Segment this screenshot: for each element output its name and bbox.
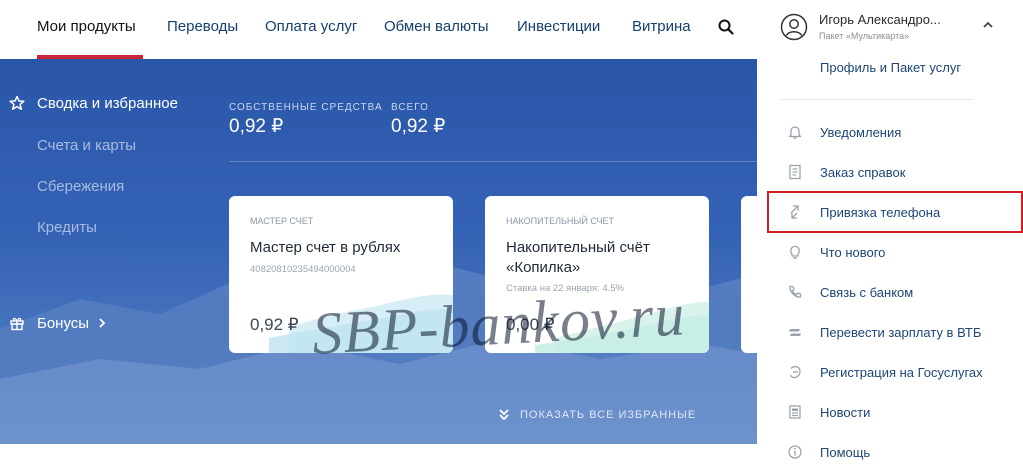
sidebar-item-savings[interactable]: Сбережения (37, 178, 124, 195)
menu-item-notifications[interactable]: Уведомления (820, 125, 901, 140)
double-chevron-down-icon[interactable] (497, 407, 511, 423)
search-icon[interactable] (717, 18, 735, 36)
card-account-number: 40820810235494000004 (250, 264, 356, 275)
show-all-favorites-link[interactable]: Показать все избранные (520, 409, 696, 421)
gift-icon (10, 317, 24, 331)
chevron-right-icon (99, 318, 106, 328)
document-icon (789, 164, 801, 180)
card-title: Мастер счет в рублях (250, 239, 401, 256)
profile-and-package-link[interactable]: Профиль и Пакет услуг (820, 60, 961, 75)
panel-divider (780, 99, 973, 100)
bell-icon (788, 126, 802, 139)
avatar-icon[interactable] (780, 13, 808, 41)
next-card-partial[interactable] (741, 196, 757, 353)
star-icon (9, 95, 25, 110)
total-label: Всего (391, 102, 429, 113)
news-icon (789, 405, 801, 419)
user-package: Пакет «Мультикарта» (819, 31, 910, 41)
nav-tab-investments[interactable]: Инвестиции (517, 18, 600, 35)
menu-item-news[interactable]: Новости (820, 405, 870, 420)
sidebar-item-accounts[interactable]: Счета и карты (37, 137, 136, 154)
own-funds-value: 0,92 ₽ (229, 116, 284, 137)
chevron-up-icon[interactable] (982, 20, 994, 30)
help-icon (788, 445, 802, 459)
sidebar-item-favorites[interactable]: Сводка и избранное (37, 95, 178, 112)
card-kind: Накопительный счет (506, 216, 615, 226)
nav-tab-showcase[interactable]: Витрина (632, 18, 691, 35)
menu-item-gosuslugi[interactable]: Регистрация на Госуслугах (820, 365, 983, 380)
top-navigation: Мои продукты Переводы Оплата услуг Обмен… (0, 0, 757, 59)
menu-item-help[interactable]: Помощь (820, 445, 870, 460)
nav-tab-currency-exchange[interactable]: Обмен валюты (384, 18, 489, 35)
lightbulb-icon (790, 245, 800, 259)
sidebar-item-bonuses[interactable]: Бонусы (37, 315, 107, 332)
transfer-icon (789, 329, 801, 336)
phone-icon (789, 285, 802, 298)
highlight-box (767, 191, 1023, 233)
nav-tab-my-products[interactable]: Мои продукты (37, 18, 136, 35)
own-funds-label: Собственные средства (229, 102, 383, 113)
hero-divider (229, 161, 757, 162)
sidebar-item-bonuses-label: Бонусы (37, 315, 90, 332)
menu-item-whats-new[interactable]: Что нового (820, 245, 885, 260)
gosuslugi-icon (789, 366, 801, 379)
card-amount: 0,92 ₽ (250, 315, 299, 334)
nav-tab-payments[interactable]: Оплата услуг (265, 18, 357, 35)
menu-item-salary-transfer[interactable]: Перевести зарплату в ВТБ (820, 325, 981, 340)
products-hero: Сводка и избранное Счета и карты Сбереже… (0, 59, 757, 444)
menu-item-contact-bank[interactable]: Связь с банком (820, 285, 913, 300)
total-value: 0,92 ₽ (391, 116, 446, 137)
card-kind: Мастер счет (250, 216, 314, 226)
menu-item-certificates[interactable]: Заказ справок (820, 165, 905, 180)
nav-tab-transfers[interactable]: Переводы (167, 18, 238, 35)
user-name[interactable]: Игорь Александро... (819, 12, 941, 27)
sidebar-item-credits[interactable]: Кредиты (37, 219, 97, 236)
card-title: Накопительный счёт «Копилка» (506, 239, 650, 276)
